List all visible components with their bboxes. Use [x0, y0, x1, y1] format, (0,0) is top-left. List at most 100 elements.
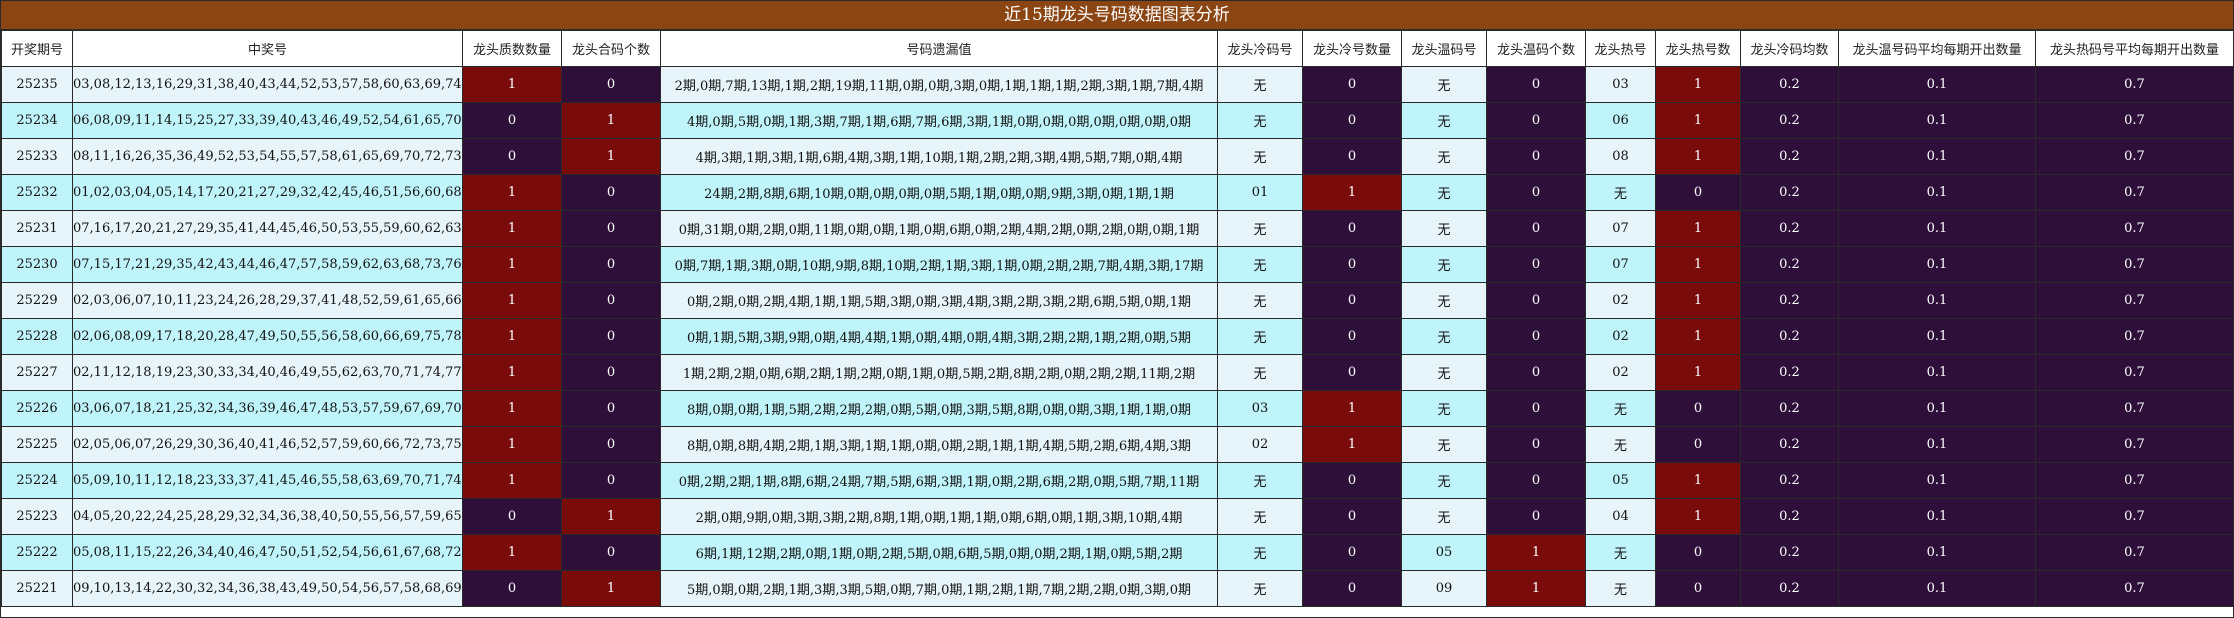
prime-count-cell: 1	[462, 210, 562, 247]
hot-avg-cell: 0.7	[2035, 570, 2234, 607]
miss-values-cell: 4期,3期,1期,3期,1期,6期,4期,3期,1期,10期,1期,2期,2期,…	[660, 138, 1218, 175]
hot-number-cell: 02	[1585, 354, 1656, 391]
table-row: 25231 07,16,17,20,21,27,29,35,41,44,45,46…	[1, 210, 2234, 247]
composite-count-cell: 0	[561, 462, 661, 499]
column-header: 开奖期号	[1, 30, 73, 67]
period-cell: 25231	[1, 210, 73, 247]
prime-count-cell: 0	[462, 138, 562, 175]
cold-count-cell: 0	[1302, 210, 1402, 247]
column-header: 龙头质数数量	[462, 30, 562, 67]
column-header: 龙头热号数	[1655, 30, 1741, 67]
warm-count-cell: 0	[1486, 498, 1586, 535]
warm-count-cell: 0	[1486, 210, 1586, 247]
cold-avg-cell: 0.2	[1740, 174, 1839, 211]
composite-count-cell: 1	[561, 102, 661, 139]
cold-count-cell: 0	[1302, 354, 1402, 391]
warm-avg-cell: 0.1	[1838, 246, 2036, 283]
warm-avg-cell: 0.1	[1838, 390, 2036, 427]
cold-avg-cell: 0.2	[1740, 102, 1839, 139]
composite-count-cell: 1	[561, 138, 661, 175]
hot-avg-cell: 0.7	[2035, 174, 2234, 211]
numbers-cell: 07,16,17,20,21,27,29,35,41,44,45,46,50,5…	[72, 210, 463, 247]
composite-count-cell: 0	[561, 354, 661, 391]
prime-count-cell: 1	[462, 174, 562, 211]
miss-values-cell: 2期,0期,7期,13期,1期,2期,19期,11期,0期,0期,3期,0期,1…	[660, 66, 1218, 103]
period-cell: 25223	[1, 498, 73, 535]
cold-count-cell: 1	[1302, 426, 1402, 463]
prime-count-cell: 1	[462, 354, 562, 391]
page-title: 近15期龙头号码数据图表分析	[1, 1, 2233, 30]
cold-number-cell: 无	[1217, 102, 1303, 139]
cold-number-cell: 01	[1217, 174, 1303, 211]
period-cell: 25221	[1, 570, 73, 607]
hot-count-cell: 1	[1655, 66, 1741, 103]
hot-number-cell: 02	[1585, 318, 1656, 355]
period-cell: 25229	[1, 282, 73, 319]
cold-count-cell: 0	[1302, 102, 1402, 139]
warm-avg-cell: 0.1	[1838, 570, 2036, 607]
warm-number-cell: 无	[1401, 390, 1487, 427]
numbers-cell: 02,03,06,07,10,11,23,24,26,28,29,37,41,4…	[72, 282, 463, 319]
cold-count-cell: 0	[1302, 246, 1402, 283]
warm-count-cell: 0	[1486, 174, 1586, 211]
hot-avg-cell: 0.7	[2035, 318, 2234, 355]
numbers-cell: 05,09,10,11,12,18,23,33,37,41,45,46,55,5…	[72, 462, 463, 499]
hot-count-cell: 0	[1655, 570, 1741, 607]
composite-count-cell: 1	[561, 498, 661, 535]
numbers-cell: 03,08,12,13,16,29,31,38,40,43,44,52,53,5…	[72, 66, 463, 103]
prime-count-cell: 1	[462, 390, 562, 427]
warm-number-cell: 无	[1401, 102, 1487, 139]
prime-count-cell: 1	[462, 66, 562, 103]
period-cell: 25225	[1, 426, 73, 463]
composite-count-cell: 0	[561, 282, 661, 319]
data-table-panel: 近15期龙头号码数据图表分析 开奖期号 中奖号 龙头质数数量 龙头合码个数 号码遗漏值龙…	[0, 0, 2234, 618]
cold-avg-cell: 0.2	[1740, 390, 1839, 427]
warm-number-cell: 无	[1401, 210, 1487, 247]
table-row: 25232 01,02,03,04,05,14,17,20,21,27,29,32…	[1, 174, 2234, 211]
hot-number-cell: 无	[1585, 534, 1656, 571]
table-row: 25228 02,06,08,09,17,18,20,28,47,49,50,55…	[1, 318, 2234, 355]
prime-count-cell: 0	[462, 102, 562, 139]
hot-avg-cell: 0.7	[2035, 390, 2234, 427]
table-row: 25222 05,08,11,15,22,26,34,40,46,47,50,51…	[1, 534, 2234, 571]
warm-count-cell: 1	[1486, 534, 1586, 571]
hot-count-cell: 0	[1655, 174, 1741, 211]
warm-number-cell: 无	[1401, 282, 1487, 319]
prime-count-cell: 1	[462, 246, 562, 283]
warm-avg-cell: 0.1	[1838, 66, 2036, 103]
hot-avg-cell: 0.7	[2035, 426, 2234, 463]
miss-values-cell: 2期,0期,9期,0期,3期,3期,2期,8期,1期,0期,1期,1期,0期,6…	[660, 498, 1218, 535]
hot-count-cell: 1	[1655, 102, 1741, 139]
numbers-cell: 09,10,13,14,22,30,32,34,36,38,43,49,50,5…	[72, 570, 463, 607]
hot-count-cell: 1	[1655, 138, 1741, 175]
warm-number-cell: 无	[1401, 462, 1487, 499]
table-row: 25226 03,06,07,18,21,25,32,34,36,39,46,47…	[1, 390, 2234, 427]
column-header: 号码遗漏值	[660, 30, 1218, 67]
table-row: 25233 08,11,16,26,35,36,49,52,53,54,55,57…	[1, 138, 2234, 175]
cold-avg-cell: 0.2	[1740, 354, 1839, 391]
hot-number-cell: 04	[1585, 498, 1656, 535]
warm-avg-cell: 0.1	[1838, 102, 2036, 139]
period-cell: 25226	[1, 390, 73, 427]
cold-count-cell: 0	[1302, 462, 1402, 499]
cold-number-cell: 无	[1217, 570, 1303, 607]
cold-count-cell: 1	[1302, 174, 1402, 211]
table-header-row: 开奖期号 中奖号 龙头质数数量 龙头合码个数 号码遗漏值 龙头冷码号 龙头冷号数量 龙头温码号…	[1, 30, 2234, 67]
cold-avg-cell: 0.2	[1740, 318, 1839, 355]
lottery-table: 开奖期号 中奖号 龙头质数数量 龙头合码个数 号码遗漏值 龙头冷码号 龙头冷号数量 龙头温码号…	[1, 30, 2234, 607]
column-header: 龙头合码个数	[561, 30, 661, 67]
miss-values-cell: 5期,0期,0期,2期,1期,3期,3期,5期,0期,7期,0期,1期,2期,1…	[660, 570, 1218, 607]
hot-avg-cell: 0.7	[2035, 102, 2234, 139]
table-row: 25230 07,15,17,21,29,35,42,43,44,46,47,57…	[1, 246, 2234, 283]
period-cell: 25222	[1, 534, 73, 571]
miss-values-cell: 0期,7期,1期,3期,0期,10期,9期,8期,10期,2期,1期,3期,1期…	[660, 246, 1218, 283]
cold-avg-cell: 0.2	[1740, 462, 1839, 499]
composite-count-cell: 0	[561, 318, 661, 355]
cold-number-cell: 无	[1217, 66, 1303, 103]
warm-avg-cell: 0.1	[1838, 210, 2036, 247]
column-header: 龙头热号	[1585, 30, 1656, 67]
table-row: 25221 09,10,13,14,22,30,32,34,36,38,43,49…	[1, 570, 2234, 607]
miss-values-cell: 6期,1期,12期,2期,0期,1期,0期,2期,5期,0期,6期,5期,0期,…	[660, 534, 1218, 571]
prime-count-cell: 1	[462, 534, 562, 571]
hot-number-cell: 05	[1585, 462, 1656, 499]
